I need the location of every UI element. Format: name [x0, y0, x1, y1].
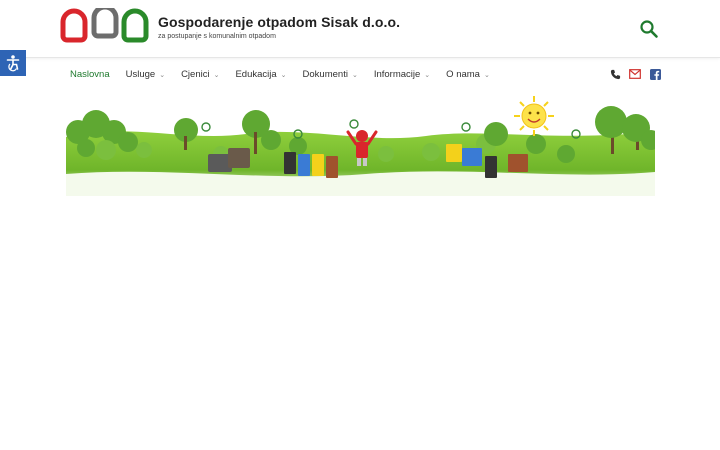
- hero-banner-illustration: [66, 92, 655, 196]
- nav-item-dokumenti[interactable]: Dokumenti ⌄: [295, 64, 366, 84]
- email-icon[interactable]: [628, 67, 642, 81]
- chevron-down-icon: ⌄: [159, 72, 166, 79]
- nav-item-label: Cjenici: [181, 68, 210, 80]
- chevron-down-icon: ⌄: [483, 72, 490, 79]
- nav-item-informacije[interactable]: Informacije ⌄: [366, 64, 438, 84]
- facebook-icon[interactable]: [648, 67, 662, 81]
- nav-item-label: O nama: [446, 68, 480, 80]
- chevron-down-icon: ⌄: [351, 72, 358, 79]
- nav-item-edukacija[interactable]: Edukacija ⌄: [227, 64, 294, 84]
- nav-item-o-nama[interactable]: O nama ⌄: [438, 64, 498, 84]
- phone-icon[interactable]: [608, 67, 622, 81]
- chevron-down-icon: ⌄: [213, 72, 220, 79]
- nav-item-label: Usluge: [125, 68, 156, 80]
- site-logo[interactable]: [58, 8, 152, 50]
- nav-item-usluge[interactable]: Usluge ⌄: [118, 64, 173, 84]
- accessibility-icon[interactable]: [0, 50, 26, 76]
- nav-item-label: Edukacija: [235, 68, 277, 80]
- nav-item-label: Informacije: [373, 68, 421, 80]
- main-navigation: Naslovna Usluge ⌄ Cjenici ⌄ Edukacija ⌄ …: [62, 64, 498, 84]
- search-icon[interactable]: [639, 19, 659, 39]
- nav-item-naslovna[interactable]: Naslovna: [62, 64, 118, 84]
- nav-item-cjenici[interactable]: Cjenici ⌄: [173, 64, 227, 84]
- site-header: Gospodarenje otpadom Sisak d.o.o. za pos…: [0, 0, 720, 58]
- site-title[interactable]: Gospodarenje otpadom Sisak d.o.o.: [158, 14, 400, 30]
- nav-item-label: Dokumenti: [302, 68, 348, 80]
- nav-item-label: Naslovna: [70, 68, 110, 80]
- chevron-down-icon: ⌄: [424, 72, 431, 79]
- site-tagline: za postupanje s komunalnim otpadom: [158, 33, 276, 40]
- chevron-down-icon: ⌄: [280, 72, 287, 79]
